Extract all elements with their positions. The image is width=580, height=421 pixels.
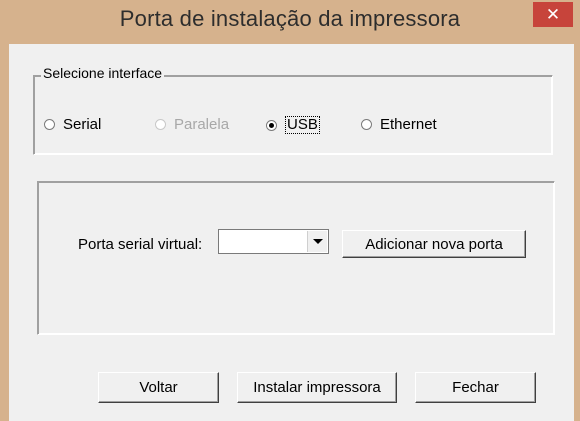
add-new-port-button-label: Adicionar nova porta bbox=[365, 235, 503, 253]
window-title: Porta de instalação da impressora bbox=[119, 6, 461, 31]
radio-ethernet-indicator[interactable] bbox=[361, 119, 372, 130]
install-printer-button[interactable]: Instalar impressora bbox=[237, 372, 397, 403]
combobox-dropdown-button[interactable] bbox=[307, 231, 327, 252]
close-window-button[interactable]: ✕ bbox=[533, 2, 573, 27]
close-button-label: Fechar bbox=[452, 379, 499, 396]
interface-group-legend: Selecione interface bbox=[41, 65, 165, 81]
dialog-client-area: Selecione interface Serial Paralela USB … bbox=[9, 44, 574, 421]
radio-usb-label: USB bbox=[285, 116, 320, 134]
radio-serial-label: Serial bbox=[63, 116, 102, 133]
radio-ethernet-label: Ethernet bbox=[380, 116, 437, 133]
virtual-serial-port-combobox[interactable] bbox=[218, 229, 329, 254]
radio-paralela: Paralela bbox=[155, 116, 229, 133]
radio-serial[interactable]: Serial bbox=[44, 116, 101, 133]
radio-serial-indicator[interactable] bbox=[44, 119, 55, 130]
title-bar[interactable]: Porta de instalação da impressora ✕ bbox=[0, 0, 580, 44]
port-groupbox bbox=[37, 181, 555, 335]
radio-selected-dot bbox=[269, 122, 274, 128]
radio-ethernet[interactable]: Ethernet bbox=[361, 116, 437, 133]
close-button[interactable]: Fechar bbox=[415, 372, 536, 403]
back-button[interactable]: Voltar bbox=[98, 372, 219, 403]
back-button-label: Voltar bbox=[139, 379, 178, 396]
chevron-down-icon bbox=[312, 239, 323, 244]
interface-groupbox bbox=[33, 75, 553, 155]
radio-paralela-indicator bbox=[155, 119, 166, 130]
add-new-port-button[interactable]: Adicionar nova porta bbox=[342, 230, 526, 258]
virtual-serial-port-label: Porta serial virtual: bbox=[78, 236, 203, 253]
install-printer-button-label: Instalar impressora bbox=[253, 379, 381, 396]
radio-usb-indicator[interactable] bbox=[266, 119, 277, 131]
radio-usb[interactable]: USB bbox=[266, 116, 320, 134]
radio-paralela-label: Paralela bbox=[174, 116, 230, 133]
close-icon: ✕ bbox=[545, 5, 561, 24]
dialog-window: Porta de instalação da impressora ✕ Sele… bbox=[0, 0, 580, 421]
